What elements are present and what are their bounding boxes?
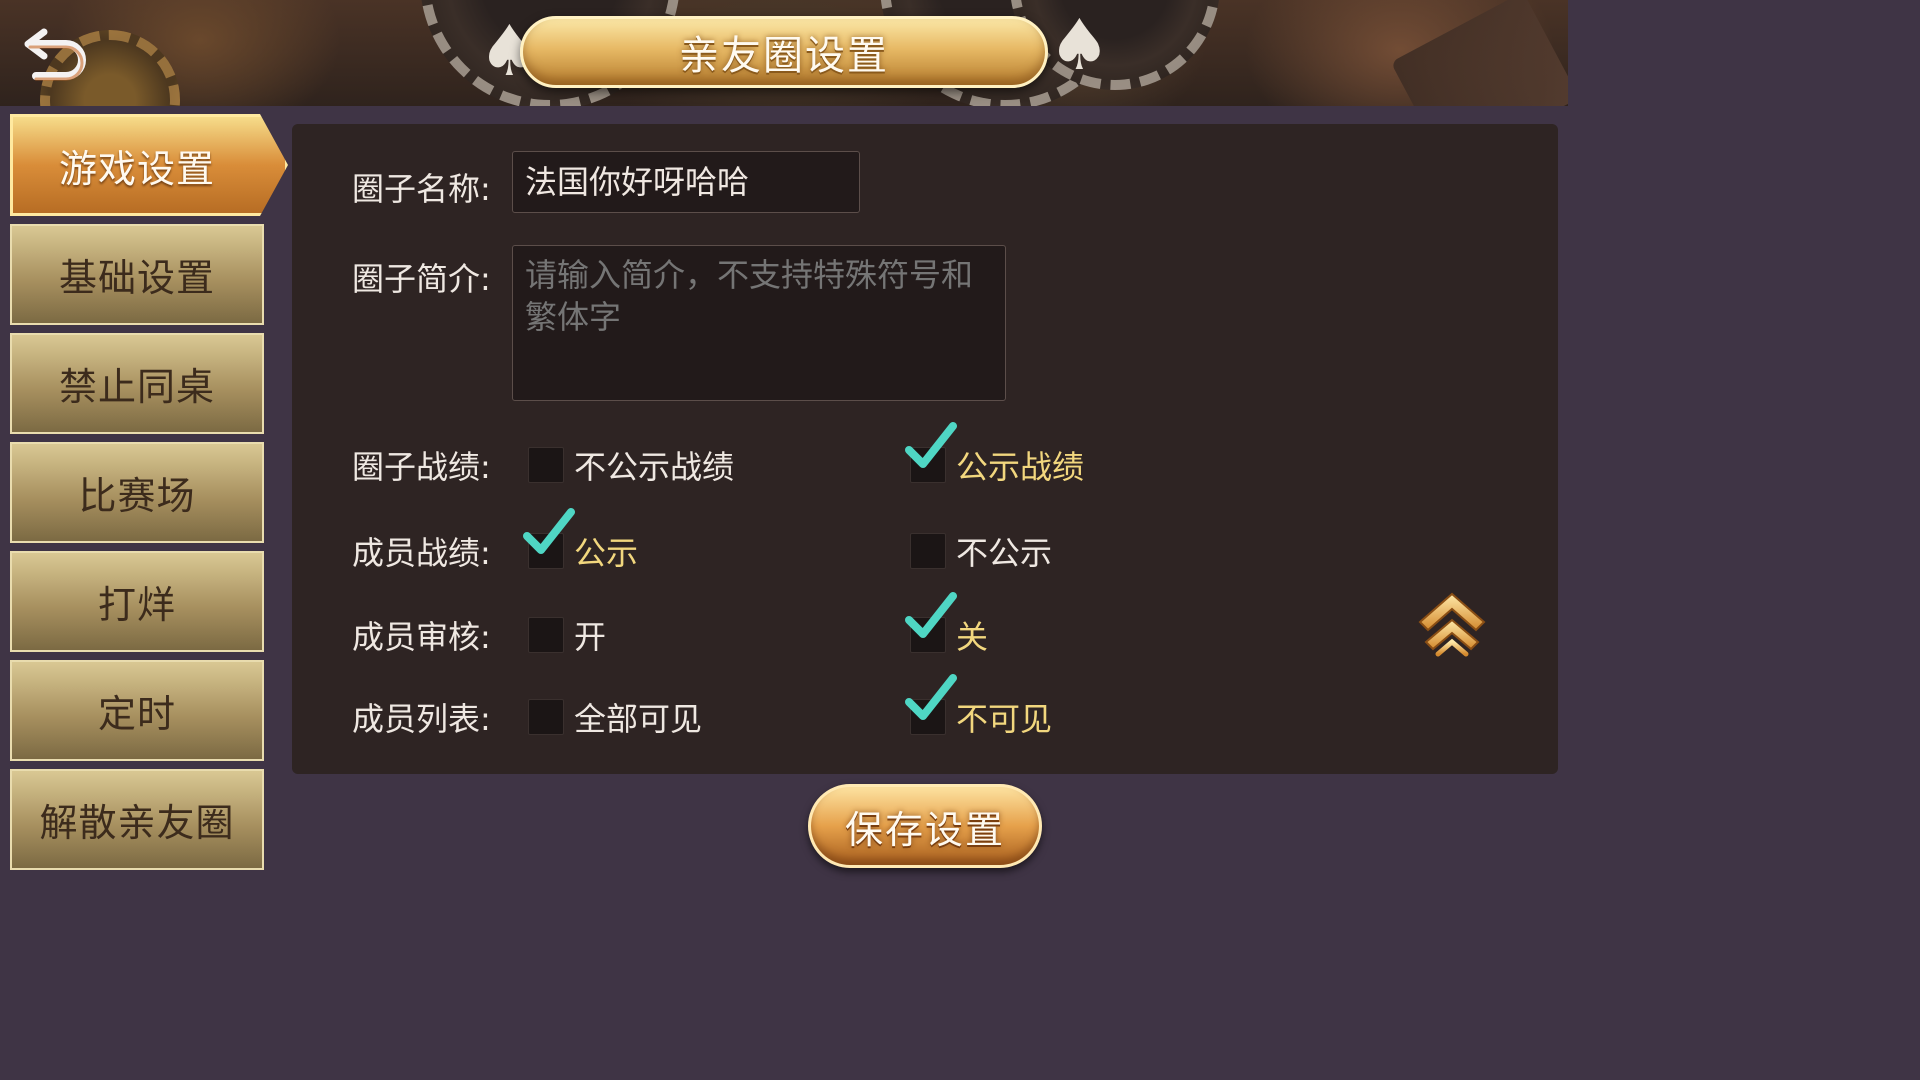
circle-record-label: 圈子战绩: xyxy=(352,448,491,486)
option-label: 开 xyxy=(574,618,607,656)
checkbox-checked[interactable] xyxy=(523,508,575,569)
option-list-all-visible[interactable]: 全部可见 xyxy=(528,694,702,740)
page-title: 亲友圈设置 xyxy=(679,33,889,79)
option-review-on[interactable]: 开 xyxy=(528,612,606,658)
sidebar-item-basic-settings[interactable]: 基础设置 xyxy=(10,224,264,325)
checkbox[interactable] xyxy=(528,617,564,653)
checkbox[interactable] xyxy=(528,699,564,735)
sidebar-item-disband-circle[interactable]: 解散亲友圈 xyxy=(10,769,264,870)
sidebar-item-label: 定时 xyxy=(97,692,176,736)
option-label: 不公示 xyxy=(956,534,1053,572)
checkbox-checked[interactable] xyxy=(905,592,957,653)
save-settings-label: 保存设置 xyxy=(844,807,1005,852)
circle-name-input[interactable]: 法国你好呀哈哈 xyxy=(512,151,860,213)
sidebar-item-label: 解散亲友圈 xyxy=(39,801,235,845)
sidebar-item-timer[interactable]: 定时 xyxy=(10,660,264,761)
option-label: 公示 xyxy=(574,534,639,572)
checkbox-checked[interactable] xyxy=(905,674,957,735)
spade-icon: ♠ xyxy=(1048,4,1111,86)
sidebar-item-label: 基础设置 xyxy=(58,256,215,300)
check-icon xyxy=(905,592,957,638)
checkbox[interactable] xyxy=(528,447,564,483)
option-list-invisible[interactable]: 不可见 xyxy=(905,674,1053,740)
check-icon xyxy=(523,508,575,554)
option-label: 全部可见 xyxy=(574,700,703,738)
option-hide-member-record[interactable]: 不公示 xyxy=(910,528,1052,574)
scroll-up-button[interactable] xyxy=(1414,588,1490,660)
settings-panel: 圈子名称: 法国你好呀哈哈 圈子简介: 圈子战绩: 不公示战绩 公示战绩 成员战… xyxy=(292,124,1558,774)
sidebar-item-label: 打烊 xyxy=(97,583,176,627)
option-label: 关 xyxy=(956,618,989,656)
back-button[interactable] xyxy=(22,22,92,82)
top-banner: ♠ ♠ 亲友圈设置 xyxy=(0,0,1568,106)
double-chevron-up-icon xyxy=(1418,592,1486,657)
check-icon xyxy=(905,422,957,468)
option-label: 公示战绩 xyxy=(956,448,1085,486)
check-icon xyxy=(905,674,957,720)
circle-intro-textarea[interactable] xyxy=(512,245,1006,401)
playing-card-decoration xyxy=(1390,0,1568,106)
member-record-label: 成员战绩: xyxy=(352,534,491,572)
circle-intro-label: 圈子简介: xyxy=(352,260,491,298)
sidebar-item-label: 禁止同桌 xyxy=(58,365,215,409)
option-hide-circle-record[interactable]: 不公示战绩 xyxy=(528,442,734,488)
option-review-off[interactable]: 关 xyxy=(905,592,989,658)
option-show-circle-record[interactable]: 公示战绩 xyxy=(905,422,1085,488)
member-list-label: 成员列表: xyxy=(352,700,491,738)
sidebar-item-no-same-table[interactable]: 禁止同桌 xyxy=(10,333,264,434)
sidebar-item-label: 游戏设置 xyxy=(58,146,215,191)
option-show-member-record[interactable]: 公示 xyxy=(523,508,639,574)
option-label: 不可见 xyxy=(956,700,1053,738)
sidebar-item-closing[interactable]: 打烊 xyxy=(10,551,264,652)
sidebar-item-tournament[interactable]: 比赛场 xyxy=(10,442,264,543)
checkbox[interactable] xyxy=(910,533,946,569)
option-label: 不公示战绩 xyxy=(574,448,735,486)
checkbox-checked[interactable] xyxy=(905,422,957,483)
sidebar-item-label: 比赛场 xyxy=(78,474,196,518)
title-plate: 亲友圈设置 xyxy=(520,16,1048,88)
save-settings-button[interactable]: 保存设置 xyxy=(808,784,1042,868)
member-review-label: 成员审核: xyxy=(352,618,491,656)
sidebar-item-game-settings[interactable]: 游戏设置 xyxy=(10,114,288,216)
undo-arrow-icon xyxy=(24,28,86,81)
circle-name-label: 圈子名称: xyxy=(352,170,491,208)
